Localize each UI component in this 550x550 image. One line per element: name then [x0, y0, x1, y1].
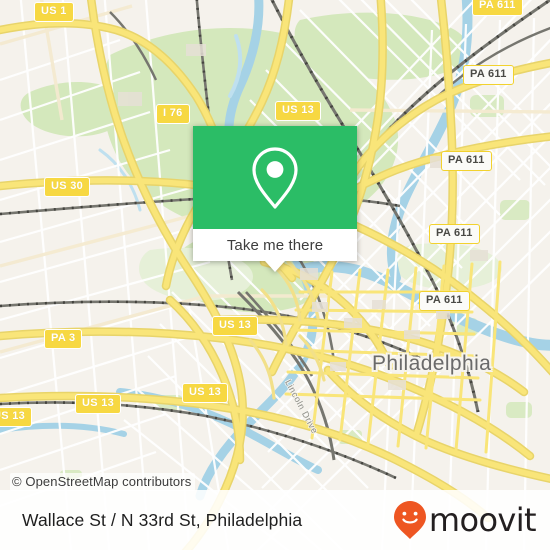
- map-attribution[interactable]: © OpenStreetMap contributors: [10, 473, 196, 491]
- map-screen: US 1 I 76 US 13 PA 611 PA 611 PA 611 PA 611 PA …: [0, 0, 550, 550]
- road-shield: US 13: [182, 383, 229, 403]
- footer-bar: Wallace St / N 33rd St, Philadelphia moo…: [0, 490, 550, 550]
- road-shield: PA 611: [463, 65, 514, 85]
- location-popup-card[interactable]: Take me there: [193, 126, 357, 272]
- road-shield: I 76: [156, 104, 190, 124]
- road-shield: US 13: [212, 316, 259, 336]
- road-shield: US 30: [44, 177, 91, 197]
- road-shield: PA 611: [441, 151, 492, 171]
- road-shield: US 13: [0, 407, 33, 427]
- road-shield: PA 611: [429, 224, 480, 244]
- road-shield: PA 611: [419, 291, 470, 311]
- moovit-wordmark: moovit: [428, 501, 537, 539]
- road-shield: US 13: [75, 394, 122, 414]
- popup-hero: [193, 126, 357, 229]
- moovit-logo[interactable]: moovit: [393, 500, 537, 540]
- take-me-there-label: Take me there: [226, 236, 324, 254]
- popup-pointer-tail: [265, 261, 285, 272]
- map-canvas[interactable]: US 1 I 76 US 13 PA 611 PA 611 PA 611 PA 611 PA …: [0, 0, 550, 550]
- city-label-philadelphia: Philadelphia: [372, 352, 492, 375]
- location-title: Wallace St / N 33rd St, Philadelphia: [22, 509, 303, 530]
- moovit-smiling-pin-icon: [393, 501, 426, 539]
- road-shield: US 13: [275, 101, 322, 121]
- road-shield: PA 3: [44, 329, 83, 349]
- map-pin-icon: [252, 146, 298, 209]
- road-shield: US 1: [34, 2, 74, 22]
- take-me-there-button[interactable]: Take me there: [193, 229, 357, 261]
- road-shield: PA 611: [472, 0, 523, 16]
